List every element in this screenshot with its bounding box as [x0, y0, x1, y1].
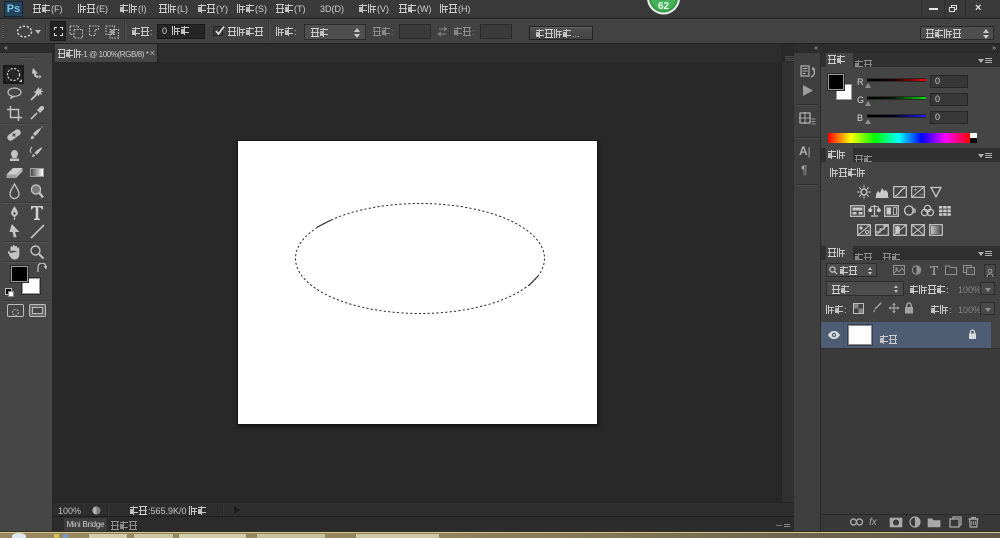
svg-text:62: 62	[658, 1, 670, 12]
svg-text:–: –	[920, 192, 924, 199]
svg-text:+: +	[914, 187, 918, 194]
